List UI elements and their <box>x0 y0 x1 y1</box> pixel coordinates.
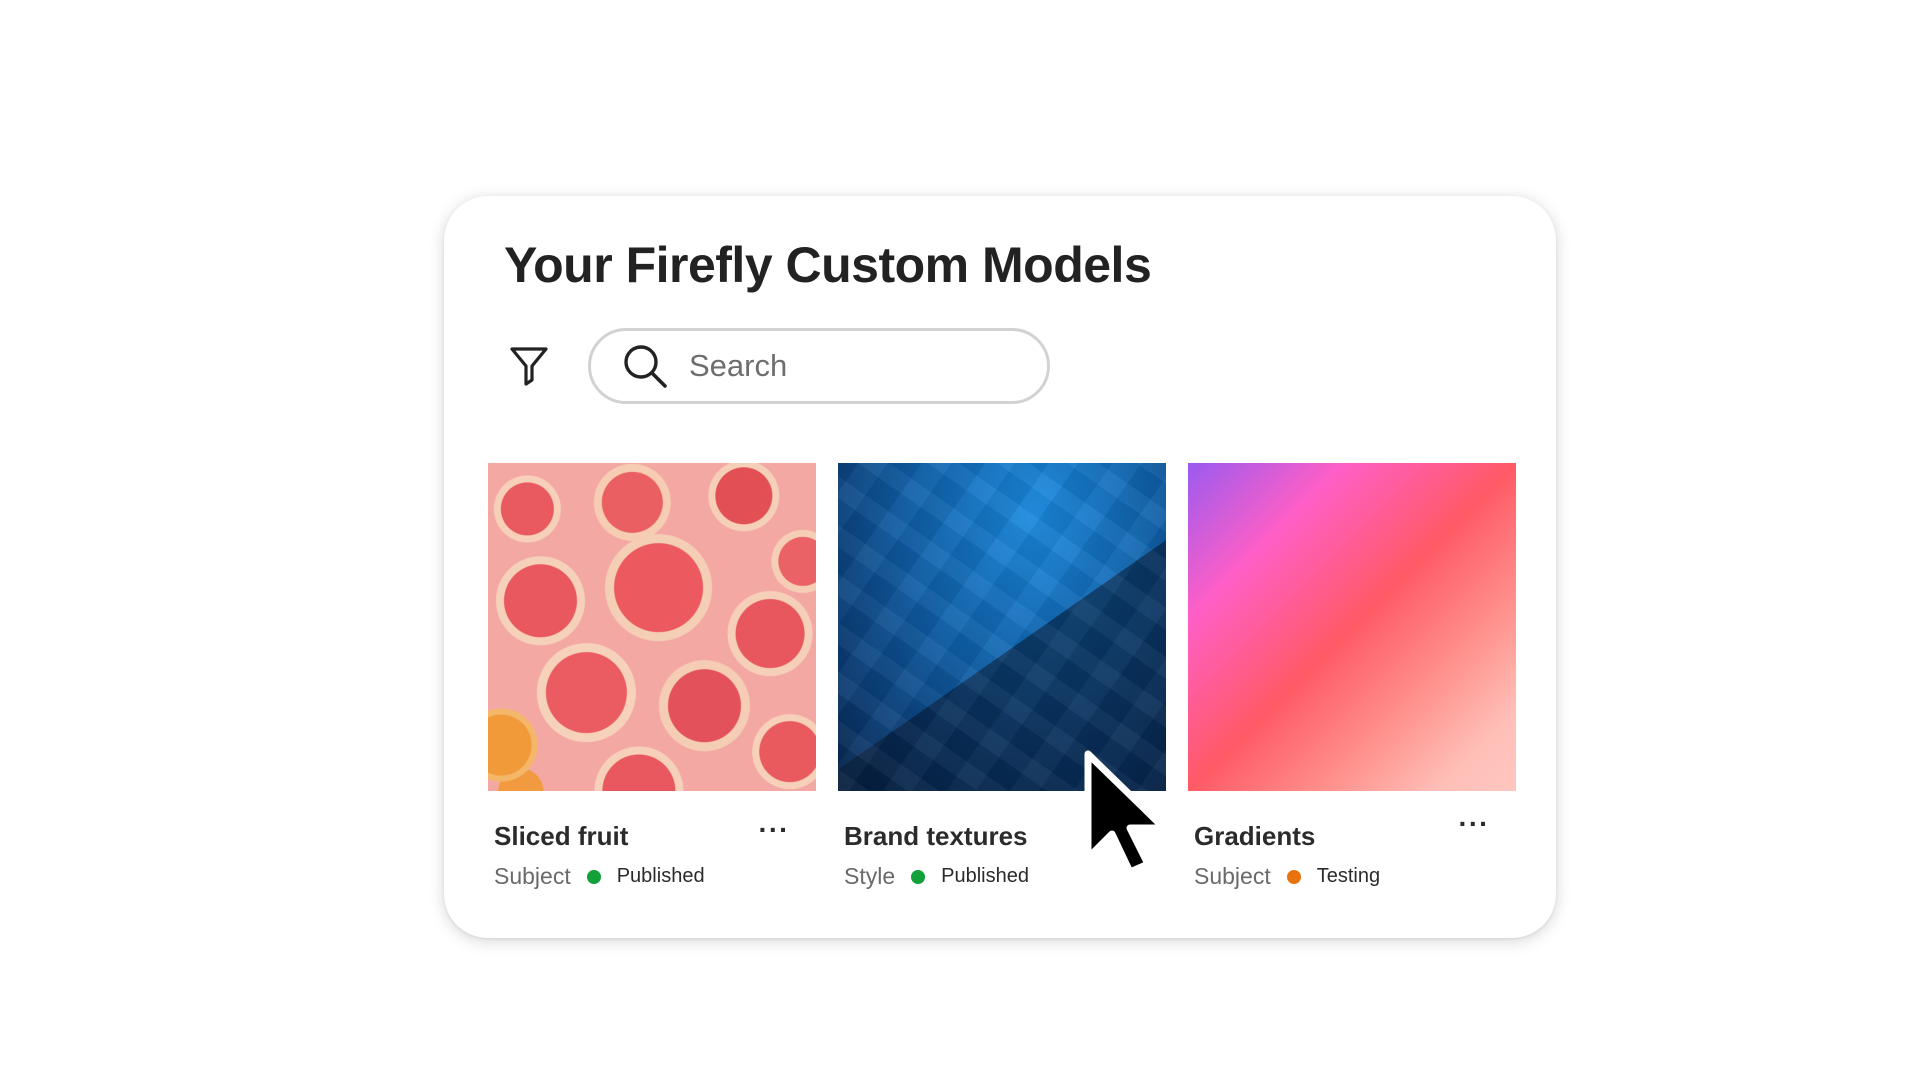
status-dot <box>586 869 601 884</box>
search-field[interactable] <box>588 328 1050 404</box>
model-meta: Subject Testing <box>1194 863 1380 890</box>
model-type: Subject <box>1194 863 1271 889</box>
search-input[interactable] <box>689 348 1019 384</box>
model-thumbnail[interactable] <box>838 463 1166 791</box>
model-name: Sliced fruit <box>494 821 629 851</box>
status-dot <box>1286 869 1301 884</box>
model-grid: Sliced fruit ··· Subject Published Brand… <box>488 463 1522 903</box>
more-options-icon: ··· <box>758 814 790 845</box>
model-meta: Subject Published <box>494 863 705 890</box>
custom-models-panel: Your Firefly Custom Models Sliced fruit … <box>444 196 1556 938</box>
status-label: Published <box>616 865 705 887</box>
status-label: Published <box>941 865 1029 887</box>
status-label: Testing <box>1316 865 1381 887</box>
model-type: Style <box>844 863 896 889</box>
model-type: Subject <box>494 863 571 889</box>
model-name: Brand textures <box>844 821 1028 851</box>
model-card-sliced-fruit[interactable]: Sliced fruit ··· Subject Published <box>488 463 816 903</box>
model-thumbnail[interactable] <box>1188 463 1516 791</box>
model-card-brand-textures[interactable]: Brand textures Style Published <box>838 463 1166 903</box>
page-title: Your Firefly Custom Models <box>504 237 1152 293</box>
search-icon <box>621 342 669 390</box>
more-options-icon: ··· <box>1458 808 1490 839</box>
filter-button[interactable] <box>506 342 552 388</box>
model-meta: Style Published <box>844 863 1029 890</box>
model-card-gradients[interactable]: Gradients ··· Subject Testing <box>1188 463 1516 903</box>
model-thumbnail[interactable] <box>488 463 816 791</box>
model-name: Gradients <box>1194 821 1316 851</box>
more-options-button[interactable]: ··· <box>1454 808 1494 839</box>
status-dot <box>911 869 926 884</box>
filter-icon <box>510 347 548 386</box>
more-options-button[interactable]: ··· <box>754 814 794 845</box>
